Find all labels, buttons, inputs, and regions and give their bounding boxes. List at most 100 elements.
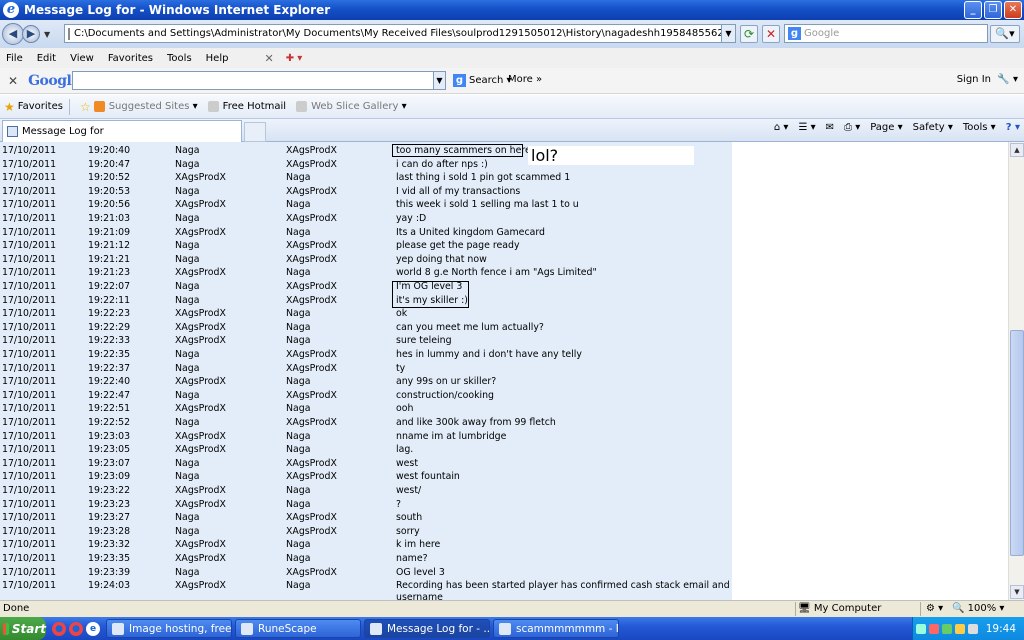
web-slice-gallery-label: Web Slice Gallery (311, 101, 399, 112)
row-from: Naga (175, 253, 200, 265)
taskbar-button-message-log[interactable]: Message Log for - ... (364, 619, 490, 638)
row-time: 19:20:47 (88, 158, 131, 170)
tray-icon[interactable] (929, 623, 939, 634)
search-box[interactable]: g Google (784, 24, 988, 43)
maximize-button[interactable]: ❐ (984, 1, 1002, 19)
row-message: world 8 g.e North fence i am "Ags Limite… (396, 267, 597, 279)
tray-icon[interactable] (916, 623, 926, 634)
row-message: ty (396, 362, 406, 374)
tab-message-log[interactable]: Message Log for (2, 120, 242, 142)
table-row: 17/10/2011 19:22:29 XAgsProdX Naga can you m… (0, 321, 732, 335)
free-hotmail-link[interactable]: Free Hotmail (207, 101, 287, 112)
row-time: 19:20:56 (88, 199, 131, 211)
row-date: 17/10/2011 (2, 430, 57, 442)
chrome-icon[interactable]: ● (52, 621, 66, 636)
row-date: 17/10/2011 (2, 281, 57, 292)
row-message: OG level 3 (396, 566, 445, 578)
protected-mode-icon[interactable]: ⚙ ▾ (926, 601, 943, 617)
minimize-button[interactable]: _ (964, 1, 982, 19)
tray-icon[interactable] (968, 623, 978, 634)
new-tab-button[interactable] (244, 122, 266, 142)
tray-icon[interactable] (942, 623, 952, 634)
row-to: Naga (286, 498, 311, 510)
table-row: 17/10/2011 19:23:22 XAgsProdX Naga west/ (0, 484, 732, 498)
add-favorite-icon[interactable]: ☆ (80, 100, 91, 114)
zoom-control[interactable]: 🔍 100% ▾ (952, 601, 1004, 617)
table-row: 17/10/2011 19:22:51 XAgsProdX Naga ooh (0, 402, 732, 416)
tray-icon[interactable] (955, 623, 965, 634)
safety-menu[interactable]: Safety ▾ (913, 122, 953, 133)
help-icon[interactable]: ? ▾ (1006, 122, 1020, 133)
menu-file[interactable]: File (6, 53, 23, 64)
address-dropdown-button[interactable]: ▼ (721, 25, 735, 42)
row-time: 19:22:07 (88, 281, 131, 292)
chrome-icon[interactable]: ● (69, 621, 83, 636)
google-search-input[interactable]: ▼ (72, 71, 446, 90)
search-button[interactable]: 🔍▾ (990, 25, 1020, 43)
scroll-thumb[interactable] (1010, 330, 1024, 556)
menu-favorites[interactable]: Favorites (108, 53, 153, 64)
row-to: Naga (286, 444, 311, 456)
web-slice-gallery-link[interactable]: Web Slice Gallery ▾ (296, 101, 407, 112)
paint-icon (499, 622, 511, 635)
recent-pages-icon[interactable]: ▼ (44, 30, 50, 39)
page-content: 17/10/2011 19:20:40 Naga XAgsProdX too many … (0, 142, 1008, 600)
row-time: 19:23:39 (88, 566, 131, 578)
tab-title: Message Log for (22, 126, 104, 137)
row-from: Naga (175, 417, 200, 428)
status-divider (795, 602, 796, 616)
row-time: 19:22:52 (88, 417, 131, 428)
menu-tools[interactable]: Tools (167, 53, 192, 64)
vertical-scrollbar[interactable]: ▲ ▼ (1008, 142, 1024, 600)
menu-help[interactable]: Help (206, 53, 229, 64)
taskbar-button-image-hosting[interactable]: Image hosting, free... (106, 619, 232, 638)
favorites-button[interactable]: Favorites (18, 101, 63, 112)
taskbar-button-paint[interactable]: scammmmmmm - P... (493, 619, 619, 638)
google-toolbar-close-icon[interactable]: ✕ (8, 74, 18, 88)
row-time: 19:22:51 (88, 403, 131, 415)
close-button[interactable]: ✕ (1004, 1, 1022, 19)
tools-menu[interactable]: Tools ▾ (963, 122, 996, 133)
menu-edit[interactable]: Edit (37, 53, 56, 64)
row-date: 17/10/2011 (2, 403, 57, 415)
zoom-level: 100% (967, 603, 997, 614)
row-time: 19:21:03 (88, 213, 131, 224)
row-time: 19:22:23 (88, 308, 131, 320)
row-message: I vid all of my transactions (396, 185, 521, 197)
scroll-up-button[interactable]: ▲ (1010, 143, 1024, 157)
page-menu[interactable]: Page ▾ (870, 122, 902, 133)
stop-button[interactable]: ✕ (762, 25, 780, 43)
sign-in-button[interactable]: Sign In 🔧 ▾ (957, 74, 1018, 85)
start-label: Start (11, 621, 46, 636)
table-row: 17/10/2011 19:22:40 XAgsProdX Naga any 99s o… (0, 375, 732, 389)
table-row: 17/10/2011 19:22:47 Naga XAgsProdX construct… (0, 389, 732, 403)
table-row: 17/10/2011 19:22:23 XAgsProdX Naga ok (0, 307, 732, 321)
google-search-button[interactable]: g Search ▾ (450, 74, 512, 87)
page-menu-label: Page (870, 122, 895, 133)
more-button[interactable]: More » (508, 74, 542, 85)
window-title: Message Log for - Windows Internet Explo… (24, 3, 331, 17)
row-to: XAgsProdX (286, 389, 337, 401)
print-icon[interactable]: ⎙ ▾ (844, 122, 860, 133)
scroll-down-button[interactable]: ▼ (1010, 585, 1024, 599)
toolbar-addon-icon[interactable]: ✚ ▾ (286, 53, 303, 64)
address-bar[interactable]: C:\Documents and Settings\Administrator\… (64, 24, 736, 43)
free-hotmail-label: Free Hotmail (222, 101, 287, 112)
table-row: 17/10/2011 19:20:53 Naga XAgsProdX I vid all… (0, 185, 732, 199)
menu-view[interactable]: View (70, 53, 94, 64)
home-icon[interactable]: ⌂ ▾ (774, 122, 789, 133)
row-from: XAgsProdX (175, 267, 226, 279)
back-button[interactable]: ◀ (2, 23, 24, 45)
ie-icon[interactable]: e (86, 621, 100, 636)
taskbar-button-runescape[interactable]: RuneScape (235, 619, 361, 638)
refresh-button[interactable]: ⟳ (740, 25, 758, 43)
read-mail-icon[interactable]: ✉ (826, 122, 834, 133)
google-search-dropdown-icon[interactable]: ▼ (433, 72, 445, 89)
menu-close-icon[interactable]: ✕ (264, 52, 273, 65)
start-button[interactable]: Start (0, 617, 46, 640)
suggested-sites-link[interactable]: Suggested Sites ▾ (93, 101, 198, 112)
address-row: ◀ ▶ ▼ C:\Documents and Settings\Administ… (0, 20, 1024, 48)
forward-button[interactable]: ▶ (22, 25, 40, 43)
feeds-icon[interactable]: ☰ ▾ (798, 122, 815, 133)
row-to: XAgsProdX (286, 525, 337, 537)
